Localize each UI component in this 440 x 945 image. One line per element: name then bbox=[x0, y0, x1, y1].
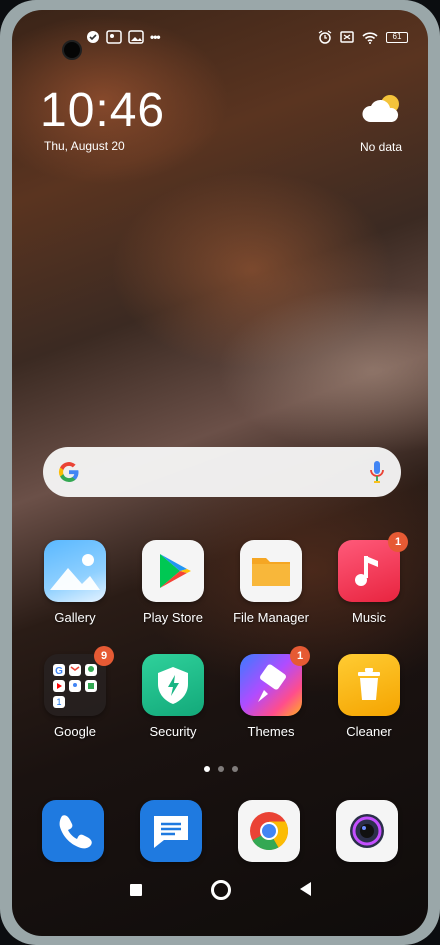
weather-status[interactable]: No data bbox=[360, 140, 402, 154]
wifi-icon bbox=[362, 31, 378, 44]
dock-messages[interactable] bbox=[126, 800, 216, 862]
phone-icon bbox=[42, 800, 104, 862]
page-indicator[interactable] bbox=[204, 766, 238, 772]
checkmark-shield-icon bbox=[87, 31, 99, 43]
camera-icon bbox=[336, 800, 398, 862]
status-bar-right: 61 bbox=[318, 30, 408, 44]
clock-time[interactable]: 10:46 bbox=[40, 85, 165, 137]
themes-brush-icon: 1 bbox=[240, 646, 310, 716]
alarm-icon bbox=[318, 30, 332, 44]
recents-icon[interactable] bbox=[130, 884, 142, 896]
navigation-bar bbox=[0, 876, 440, 906]
dock-phone[interactable] bbox=[28, 800, 118, 862]
more-notifications-indicator: ••• bbox=[150, 30, 161, 44]
play-store-icon bbox=[142, 540, 204, 602]
app-label: Gallery bbox=[54, 610, 96, 625]
clock-date[interactable]: Thu, August 20 bbox=[44, 139, 125, 153]
app-label: Cleaner bbox=[346, 724, 392, 739]
cloud-sun-icon[interactable] bbox=[360, 92, 404, 128]
google-folder-icon: G 1 9 bbox=[44, 646, 114, 716]
app-label: Music bbox=[352, 610, 386, 625]
security-shield-icon bbox=[142, 654, 204, 716]
google-g-icon bbox=[58, 462, 79, 483]
page-dot[interactable] bbox=[204, 766, 210, 772]
front-camera bbox=[62, 40, 82, 60]
page-dot[interactable] bbox=[218, 766, 224, 772]
app-label: Security bbox=[149, 724, 197, 739]
back-icon[interactable] bbox=[300, 882, 311, 896]
close-box-icon bbox=[340, 31, 354, 43]
svg-text:G: G bbox=[55, 666, 63, 677]
gallery-icon bbox=[44, 540, 106, 602]
notification-badge: 1 bbox=[290, 646, 310, 666]
photo-icon bbox=[106, 30, 122, 44]
dock-camera[interactable] bbox=[322, 800, 412, 862]
svg-text:1: 1 bbox=[56, 697, 61, 707]
google-search-bar[interactable] bbox=[43, 447, 401, 497]
battery-indicator: 61 bbox=[386, 31, 408, 43]
app-security[interactable]: Security bbox=[128, 654, 218, 739]
app-cleaner[interactable]: Cleaner bbox=[324, 654, 414, 739]
app-play-store[interactable]: Play Store bbox=[128, 540, 218, 625]
app-music[interactable]: 1 Music bbox=[324, 532, 414, 625]
app-gallery[interactable]: Gallery bbox=[30, 540, 120, 625]
app-file-manager[interactable]: File Manager bbox=[226, 540, 316, 625]
app-label: Play Store bbox=[143, 610, 203, 625]
notification-badge: 1 bbox=[388, 532, 408, 552]
music-note-icon: 1 bbox=[338, 532, 408, 602]
app-label: File Manager bbox=[233, 610, 309, 625]
app-google-folder[interactable]: G 1 9 Google bbox=[30, 646, 120, 739]
app-label: Themes bbox=[247, 724, 295, 739]
messages-icon bbox=[140, 800, 202, 862]
dock-chrome[interactable] bbox=[224, 800, 314, 862]
folder-icon bbox=[240, 540, 302, 602]
trash-can-icon bbox=[338, 654, 400, 716]
notification-badge: 9 bbox=[94, 646, 114, 666]
status-bar-left: ••• bbox=[86, 30, 161, 44]
chrome-icon bbox=[238, 800, 300, 862]
app-label: Google bbox=[54, 724, 96, 739]
app-themes[interactable]: 1 Themes bbox=[226, 646, 316, 739]
image-icon bbox=[128, 30, 144, 44]
mic-icon[interactable] bbox=[369, 459, 385, 485]
page-dot[interactable] bbox=[232, 766, 238, 772]
home-icon[interactable] bbox=[211, 880, 231, 900]
